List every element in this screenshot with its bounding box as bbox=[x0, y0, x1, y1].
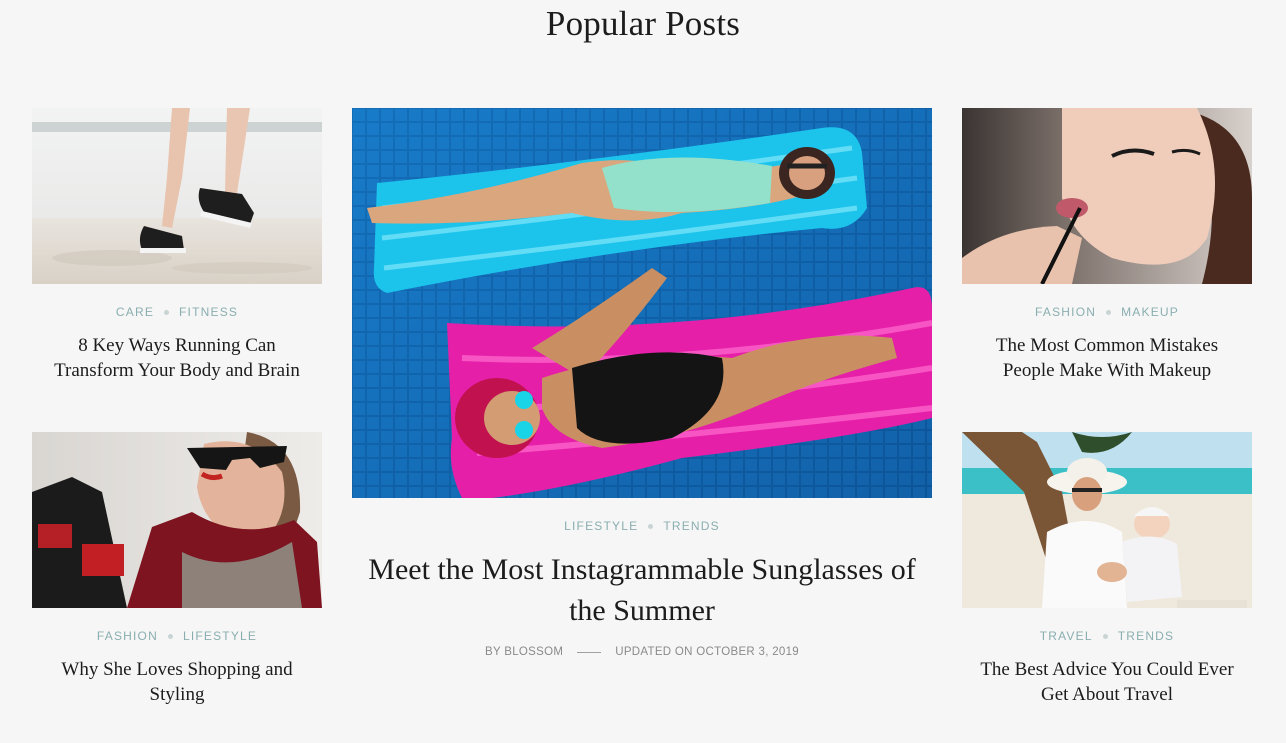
running-shoes-beach-photo-icon bbox=[32, 108, 322, 284]
section-title: Popular Posts bbox=[545, 4, 741, 43]
pool-floats-photo-icon bbox=[352, 108, 932, 498]
category-separator bbox=[648, 523, 654, 529]
category-link[interactable]: TRAVEL bbox=[1040, 629, 1093, 643]
post-categories: FASHION MAKEUP bbox=[962, 305, 1252, 319]
woman-sunglasses-photo-icon bbox=[32, 432, 322, 608]
post-title: The Most Common Mistakes People Make Wit… bbox=[962, 333, 1252, 383]
post-thumbnail-travel[interactable] bbox=[962, 432, 1252, 608]
category-link[interactable]: CARE bbox=[116, 305, 154, 319]
category-link[interactable]: FASHION bbox=[1035, 305, 1096, 319]
post-title-link[interactable]: The Best Advice You Could Ever Get About… bbox=[980, 659, 1233, 705]
post-thumbnail-makeup[interactable] bbox=[962, 108, 1252, 284]
post-updated-date: UPDATED ON OCTOBER 3, 2019 bbox=[615, 646, 799, 658]
meta-separator bbox=[577, 651, 602, 653]
category-separator bbox=[167, 633, 173, 639]
post-categories: TRAVEL TRENDS bbox=[962, 629, 1252, 643]
category-separator bbox=[1106, 309, 1112, 315]
post-card-running: CARE FITNESS 8 Key Ways Running Can Tran… bbox=[32, 108, 322, 383]
featured-post-title: Meet the Most Instagrammable Sunglasses … bbox=[352, 549, 932, 631]
post-thumbnail-running[interactable] bbox=[32, 108, 322, 284]
post-categories: LIFESTYLE TRENDS bbox=[352, 519, 932, 533]
beach-mother-baby-photo-icon bbox=[962, 432, 1252, 608]
post-author[interactable]: BY BLOSSOM bbox=[485, 646, 563, 658]
category-link[interactable]: TRENDS bbox=[663, 519, 720, 533]
category-separator bbox=[164, 309, 170, 315]
post-title-link[interactable]: Meet the Most Instagrammable Sunglasses … bbox=[368, 553, 915, 627]
category-link[interactable]: LIFESTYLE bbox=[564, 519, 638, 533]
post-card-featured: LIFESTYLE TRENDS Meet the Most Instagram… bbox=[352, 108, 932, 658]
post-thumbnail-shopping[interactable] bbox=[32, 432, 322, 608]
post-title: 8 Key Ways Running Can Transform Your Bo… bbox=[32, 333, 322, 383]
post-title: The Best Advice You Could Ever Get About… bbox=[962, 657, 1252, 707]
category-link[interactable]: MAKEUP bbox=[1121, 305, 1179, 319]
makeup-lipstick-photo-icon bbox=[962, 108, 1252, 284]
category-link[interactable]: FITNESS bbox=[179, 305, 238, 319]
category-link[interactable]: LIFESTYLE bbox=[183, 629, 257, 643]
category-separator bbox=[1102, 633, 1108, 639]
post-card-makeup: FASHION MAKEUP The Most Common Mistakes … bbox=[962, 108, 1252, 383]
post-title-link[interactable]: The Most Common Mistakes People Make Wit… bbox=[996, 335, 1218, 381]
post-thumbnail-featured[interactable] bbox=[352, 108, 932, 498]
post-title-link[interactable]: Why She Loves Shopping and Styling bbox=[61, 659, 292, 705]
post-title: Why She Loves Shopping and Styling bbox=[32, 657, 322, 707]
post-card-travel: TRAVEL TRENDS The Best Advice You Could … bbox=[962, 432, 1252, 707]
category-link[interactable]: TRENDS bbox=[1118, 629, 1175, 643]
post-card-shopping: FASHION LIFESTYLE Why She Loves Shopping… bbox=[32, 432, 322, 707]
post-categories: CARE FITNESS bbox=[32, 305, 322, 319]
post-meta: BY BLOSSOM UPDATED ON OCTOBER 3, 2019 bbox=[352, 646, 932, 658]
post-categories: FASHION LIFESTYLE bbox=[32, 629, 322, 643]
post-title-link[interactable]: 8 Key Ways Running Can Transform Your Bo… bbox=[54, 335, 300, 381]
category-link[interactable]: FASHION bbox=[97, 629, 158, 643]
